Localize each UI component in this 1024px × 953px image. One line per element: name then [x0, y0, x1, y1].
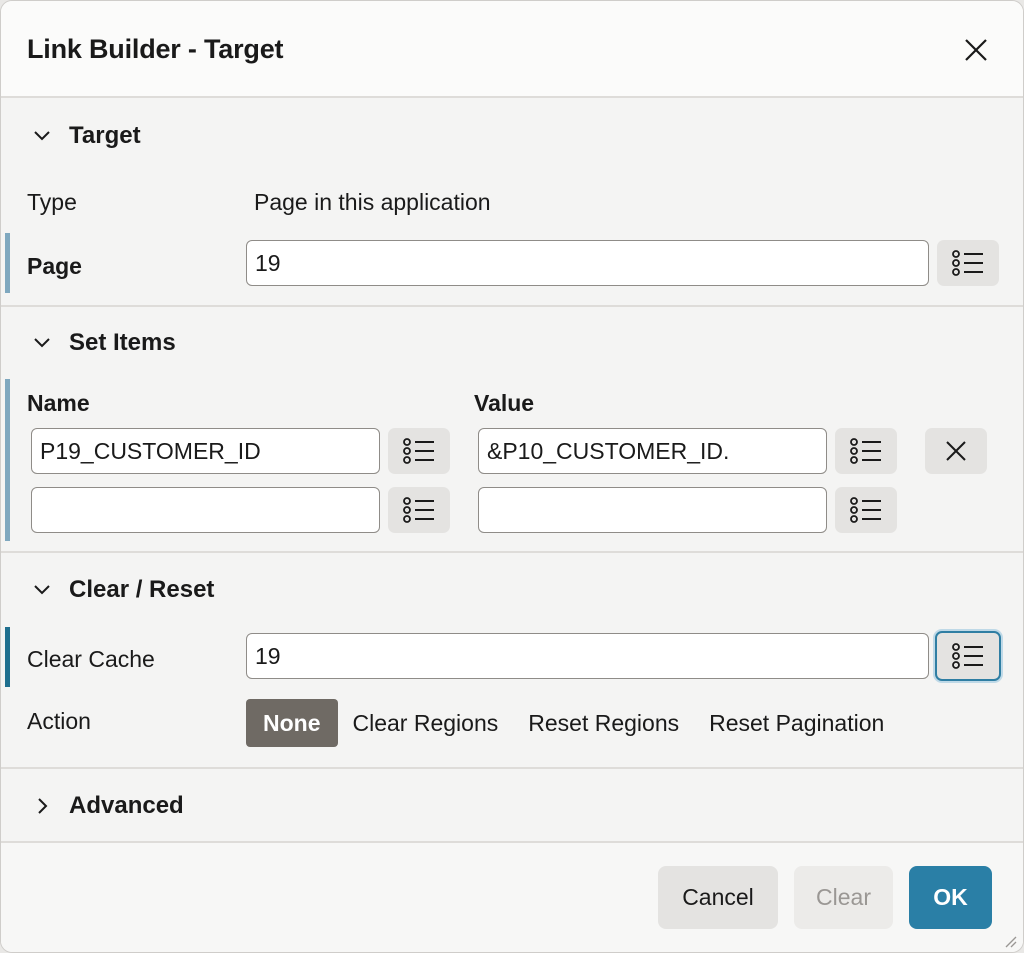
value-column-header: Value — [474, 390, 535, 416]
action-option-reset-regions[interactable]: Reset Regions — [513, 699, 694, 747]
chevron-right-icon — [38, 798, 48, 814]
list-icon — [403, 438, 434, 464]
dialog-title: Link Builder - Target — [27, 34, 284, 64]
list-icon — [952, 643, 983, 669]
set-items-section-title: Set Items — [69, 329, 176, 356]
list-icon — [952, 250, 983, 276]
target-section: Target Type Page in this application Pag… — [1, 98, 1023, 307]
target-section-title: Target — [69, 122, 141, 149]
clear-cache-value: 19 — [255, 642, 281, 669]
item-name-input[interactable] — [31, 487, 380, 533]
item-name-input[interactable]: P19_CUSTOMER_ID — [31, 428, 380, 474]
item-name-list-button[interactable] — [388, 487, 450, 533]
list-icon — [403, 497, 434, 523]
item-name-list-button[interactable] — [388, 428, 450, 474]
item-name-value: P19_CUSTOMER_ID — [40, 437, 261, 464]
clear-cache-list-button[interactable] — [935, 631, 1001, 681]
clear-reset-section-title: Clear / Reset — [69, 576, 215, 603]
list-icon — [850, 497, 881, 523]
list-icon — [850, 438, 881, 464]
item-value-list-button[interactable] — [835, 487, 897, 533]
close-button[interactable] — [959, 33, 993, 67]
page-label: Page — [27, 253, 82, 279]
page-list-button[interactable] — [937, 240, 999, 286]
required-marker — [5, 379, 10, 541]
remove-item-button[interactable] — [925, 428, 987, 474]
set-items-section: Set Items Name Value P19_CUSTOMER_ID &P1… — [1, 307, 1023, 553]
item-value-value: &P10_CUSTOMER_ID. — [487, 437, 730, 464]
item-value-list-button[interactable] — [835, 428, 897, 474]
page-input-value: 19 — [255, 249, 281, 276]
clear-button[interactable]: Clear — [794, 866, 893, 929]
clear-cache-input[interactable]: 19 — [246, 633, 929, 679]
chevron-down-icon — [34, 585, 50, 595]
required-marker — [5, 233, 10, 293]
advanced-section: Advanced — [1, 769, 1023, 843]
dialog-header: Link Builder - Target — [1, 1, 1023, 98]
cancel-button[interactable]: Cancel — [658, 866, 778, 929]
action-option-reset-pagination[interactable]: Reset Pagination — [694, 699, 899, 747]
active-marker — [5, 627, 10, 687]
close-icon — [965, 39, 987, 61]
chevron-down-icon — [34, 338, 50, 348]
type-value: Page in this application — [254, 189, 491, 215]
clear-reset-section: Clear / Reset Clear Cache 19 Action None… — [1, 553, 1023, 769]
advanced-section-toggle[interactable]: Advanced — [27, 788, 184, 824]
remove-icon — [946, 441, 966, 461]
advanced-section-title: Advanced — [69, 792, 184, 819]
ok-button[interactable]: OK — [909, 866, 992, 929]
chevron-down-icon — [34, 131, 50, 141]
page-input[interactable]: 19 — [246, 240, 929, 286]
dialog-footer: Cancel Clear OK — [1, 843, 1023, 952]
action-option-none[interactable]: None — [246, 699, 338, 747]
type-label: Type — [27, 189, 77, 215]
clear-reset-section-toggle[interactable]: Clear / Reset — [27, 572, 214, 608]
set-items-section-toggle[interactable]: Set Items — [27, 325, 176, 361]
name-column-header: Name — [27, 390, 90, 416]
action-option-clear-regions[interactable]: Clear Regions — [338, 699, 514, 747]
target-section-toggle[interactable]: Target — [27, 118, 141, 154]
resize-handle-icon[interactable] — [1001, 932, 1017, 948]
item-value-input[interactable] — [478, 487, 827, 533]
action-radio-group: None Clear Regions Reset Regions Reset P… — [246, 699, 899, 747]
item-value-input[interactable]: &P10_CUSTOMER_ID. — [478, 428, 827, 474]
clear-cache-label: Clear Cache — [27, 646, 155, 672]
link-builder-dialog: Link Builder - Target Target Type Page i… — [0, 0, 1024, 953]
action-label: Action — [27, 708, 91, 734]
